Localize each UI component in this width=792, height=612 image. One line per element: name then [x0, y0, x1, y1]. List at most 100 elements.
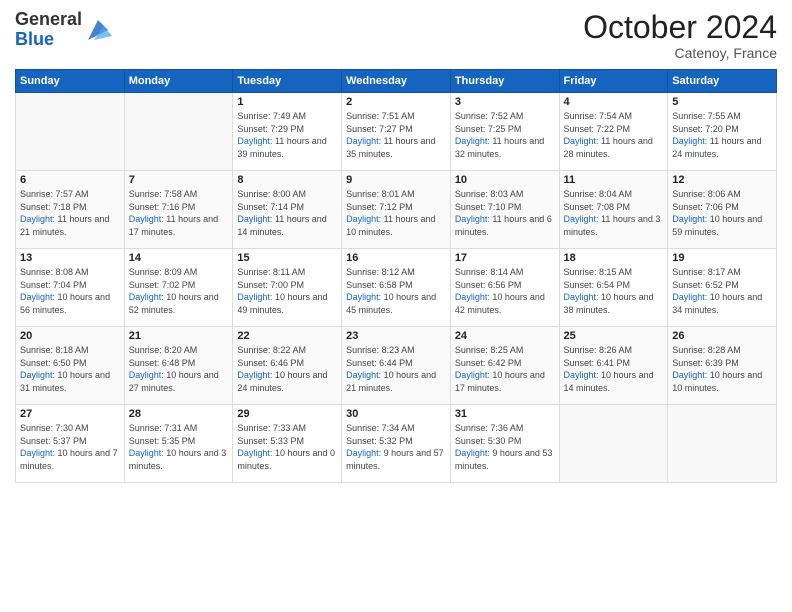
- sunrise-text: Sunrise: 8:12 AM: [346, 266, 446, 279]
- daylight-label: Daylight:: [237, 448, 275, 458]
- sunrise-text: Sunrise: 8:14 AM: [455, 266, 555, 279]
- daylight-text: Daylight: 10 hours and 56 minutes.: [20, 291, 120, 316]
- day-info: Sunrise: 8:17 AMSunset: 6:52 PMDaylight:…: [672, 266, 772, 316]
- daylight-text: Daylight: 10 hours and 27 minutes.: [129, 369, 229, 394]
- sunrise-text: Sunrise: 8:18 AM: [20, 344, 120, 357]
- day-info: Sunrise: 8:09 AMSunset: 7:02 PMDaylight:…: [129, 266, 229, 316]
- daylight-label: Daylight:: [672, 370, 710, 380]
- daylight-label: Daylight:: [455, 136, 493, 146]
- day-number: 6: [20, 174, 120, 186]
- day-cell: 11Sunrise: 8:04 AMSunset: 7:08 PMDayligh…: [559, 171, 668, 249]
- day-info: Sunrise: 7:33 AMSunset: 5:33 PMDaylight:…: [237, 422, 337, 472]
- day-info: Sunrise: 7:34 AMSunset: 5:32 PMDaylight:…: [346, 422, 446, 472]
- day-cell: 1Sunrise: 7:49 AMSunset: 7:29 PMDaylight…: [233, 93, 342, 171]
- daylight-label: Daylight:: [672, 136, 710, 146]
- daylight-text: Daylight: 10 hours and 42 minutes.: [455, 291, 555, 316]
- day-cell: 18Sunrise: 8:15 AMSunset: 6:54 PMDayligh…: [559, 249, 668, 327]
- day-cell: 2Sunrise: 7:51 AMSunset: 7:27 PMDaylight…: [342, 93, 451, 171]
- day-cell: 24 Sunrise: 8:25 AMSunset: 6:42 PMDayligh…: [450, 327, 559, 405]
- day-info: Sunrise: 8:03 AMSunset: 7:10 PMDaylight:…: [455, 188, 555, 238]
- week-row-3: 13Sunrise: 8:08 AMSunset: 7:04 PMDayligh…: [16, 249, 777, 327]
- daylight-label: Daylight:: [237, 214, 275, 224]
- daylight-text: Daylight: 11 hours and 39 minutes.: [237, 135, 337, 160]
- daylight-text: Daylight: 10 hours and 3 minutes.: [129, 447, 229, 472]
- day-cell: [16, 93, 125, 171]
- title-section: October 2024 Catenoy, France: [583, 10, 777, 61]
- daylight-label: Daylight:: [346, 292, 384, 302]
- day-info: Sunrise: 8:11 AMSunset: 7:00 PMDaylight:…: [237, 266, 337, 316]
- day-cell: 29 Sunrise: 7:33 AMSunset: 5:33 PMDayligh…: [233, 405, 342, 483]
- day-cell: 15 Sunrise: 8:11 AMSunset: 7:00 PMDayligh…: [233, 249, 342, 327]
- daylight-label: Daylight:: [455, 292, 493, 302]
- sunset-text: Sunset: 6:50 PM: [20, 357, 120, 370]
- day-cell: 27Sunrise: 7:30 AMSunset: 5:37 PMDayligh…: [16, 405, 125, 483]
- daylight-label: Daylight:: [237, 370, 275, 380]
- month-title: October 2024: [583, 10, 777, 45]
- day-cell: 9Sunrise: 8:01 AMSunset: 7:12 PMDaylight…: [342, 171, 451, 249]
- week-row-4: 20Sunrise: 8:18 AMSunset: 6:50 PMDayligh…: [16, 327, 777, 405]
- logo-icon: [84, 16, 112, 44]
- day-number: 15: [237, 252, 337, 264]
- sunrise-text: Sunrise: 7:57 AM: [20, 188, 120, 201]
- daylight-label: Daylight:: [564, 214, 602, 224]
- logo-blue-text: Blue: [15, 29, 54, 49]
- weekday-header-tuesday: Tuesday: [233, 70, 342, 93]
- daylight-label: Daylight:: [346, 214, 384, 224]
- daylight-label: Daylight:: [564, 292, 602, 302]
- day-number: 2: [346, 96, 446, 108]
- day-cell: 22Sunrise: 8:22 AMSunset: 6:46 PMDayligh…: [233, 327, 342, 405]
- daylight-text: Daylight: 11 hours and 28 minutes.: [564, 135, 664, 160]
- sunset-text: Sunset: 5:30 PM: [455, 435, 555, 448]
- day-number: 8: [237, 174, 337, 186]
- day-cell: [124, 93, 233, 171]
- day-info: Sunrise: 7:55 AMSunset: 7:20 PMDaylight:…: [672, 110, 772, 160]
- daylight-label: Daylight:: [237, 292, 275, 302]
- day-cell: 12Sunrise: 8:06 AMSunset: 7:06 PMDayligh…: [668, 171, 777, 249]
- daylight-label: Daylight:: [346, 448, 384, 458]
- day-info: Sunrise: 8:12 AMSunset: 6:58 PMDaylight:…: [346, 266, 446, 316]
- daylight-label: Daylight:: [20, 214, 58, 224]
- day-number: 5: [672, 96, 772, 108]
- day-info: Sunrise: 8:18 AMSunset: 6:50 PMDaylight:…: [20, 344, 120, 394]
- day-number: 3: [455, 96, 555, 108]
- daylight-label: Daylight:: [672, 214, 710, 224]
- day-cell: 17Sunrise: 8:14 AMSunset: 6:56 PMDayligh…: [450, 249, 559, 327]
- sunset-text: Sunset: 6:41 PM: [564, 357, 664, 370]
- day-info: Sunrise: 7:52 AMSunset: 7:25 PMDaylight:…: [455, 110, 555, 160]
- sunrise-text: Sunrise: 8:25 AM: [455, 344, 555, 357]
- sunset-text: Sunset: 6:44 PM: [346, 357, 446, 370]
- day-info: Sunrise: 7:31 AMSunset: 5:35 PMDaylight:…: [129, 422, 229, 472]
- week-row-1: 1Sunrise: 7:49 AMSunset: 7:29 PMDaylight…: [16, 93, 777, 171]
- sunset-text: Sunset: 7:12 PM: [346, 201, 446, 214]
- day-info: Sunrise: 7:30 AMSunset: 5:37 PMDaylight:…: [20, 422, 120, 472]
- day-cell: 19Sunrise: 8:17 AMSunset: 6:52 PMDayligh…: [668, 249, 777, 327]
- sunset-text: Sunset: 6:54 PM: [564, 279, 664, 292]
- sunrise-text: Sunrise: 7:55 AM: [672, 110, 772, 123]
- day-number: 24: [455, 330, 555, 342]
- sunset-text: Sunset: 5:35 PM: [129, 435, 229, 448]
- calendar-table: SundayMondayTuesdayWednesdayThursdayFrid…: [15, 69, 777, 483]
- sunrise-text: Sunrise: 8:28 AM: [672, 344, 772, 357]
- sunset-text: Sunset: 7:06 PM: [672, 201, 772, 214]
- sunset-text: Sunset: 7:18 PM: [20, 201, 120, 214]
- sunrise-text: Sunrise: 8:04 AM: [564, 188, 664, 201]
- sunrise-text: Sunrise: 8:06 AM: [672, 188, 772, 201]
- daylight-text: Daylight: 10 hours and 24 minutes.: [237, 369, 337, 394]
- sunrise-text: Sunrise: 8:23 AM: [346, 344, 446, 357]
- day-cell: [668, 405, 777, 483]
- day-number: 29: [237, 408, 337, 420]
- daylight-text: Daylight: 10 hours and 10 minutes.: [672, 369, 772, 394]
- sunset-text: Sunset: 6:48 PM: [129, 357, 229, 370]
- daylight-text: Daylight: 10 hours and 14 minutes.: [564, 369, 664, 394]
- sunrise-text: Sunrise: 7:52 AM: [455, 110, 555, 123]
- day-cell: 5 Sunrise: 7:55 AMSunset: 7:20 PMDaylight…: [668, 93, 777, 171]
- day-info: Sunrise: 8:25 AMSunset: 6:42 PMDaylight:…: [455, 344, 555, 394]
- day-info: Sunrise: 8:00 AMSunset: 7:14 PMDaylight:…: [237, 188, 337, 238]
- sunset-text: Sunset: 6:58 PM: [346, 279, 446, 292]
- day-number: 23: [346, 330, 446, 342]
- daylight-text: Daylight: 11 hours and 3 minutes.: [564, 213, 664, 238]
- weekday-header-sunday: Sunday: [16, 70, 125, 93]
- week-row-5: 27Sunrise: 7:30 AMSunset: 5:37 PMDayligh…: [16, 405, 777, 483]
- day-info: Sunrise: 8:26 AMSunset: 6:41 PMDaylight:…: [564, 344, 664, 394]
- sunset-text: Sunset: 7:25 PM: [455, 123, 555, 136]
